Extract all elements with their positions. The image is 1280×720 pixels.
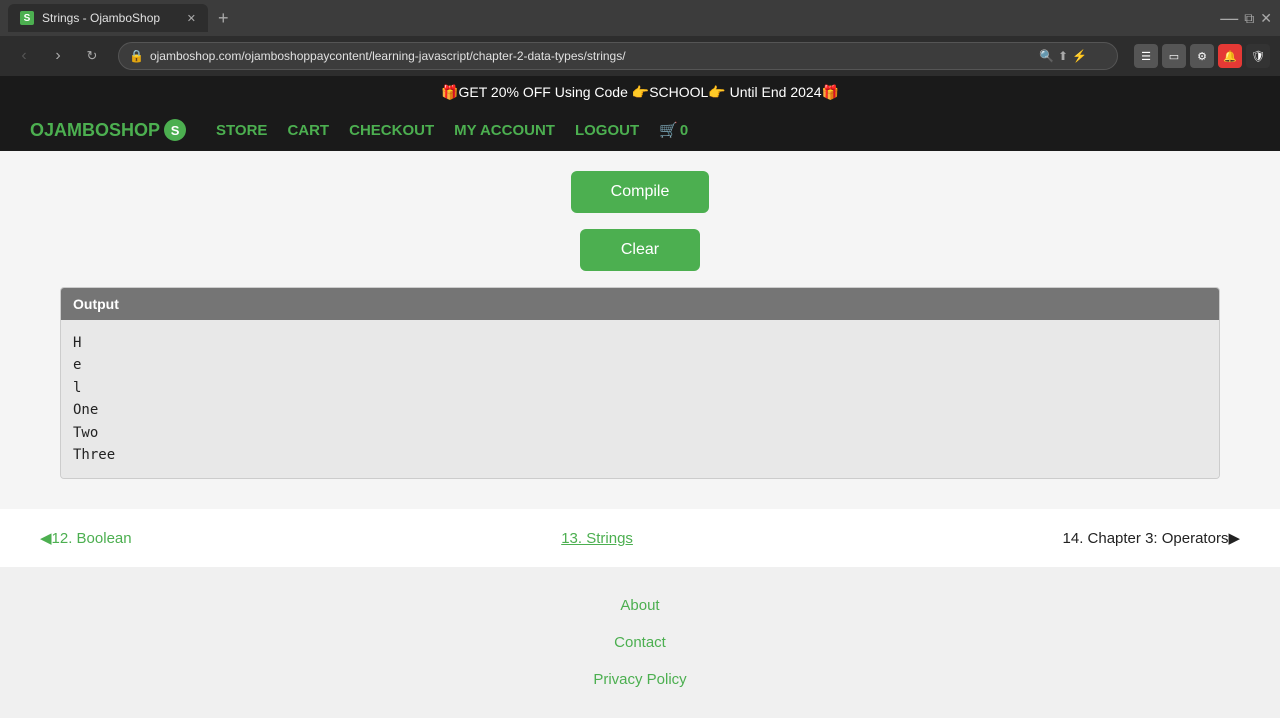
- browser-action-icons: ☰ ▭ ⚙ 🔔 🛡: [1134, 44, 1270, 68]
- address-bar-icons: 🔍 ⬆ ⚡: [1039, 49, 1087, 63]
- bottom-navigation: ◀12. Boolean 13. Strings 14. Chapter 3: …: [0, 509, 1280, 567]
- next-chapter-link[interactable]: 14. Chapter 3: Operators▶: [1063, 529, 1240, 547]
- secure-icon: 🔒: [129, 49, 144, 63]
- promo-text: 🎁GET 20% OFF Using Code 👉SCHOOL👉 Until E…: [441, 84, 839, 100]
- output-line: Three: [73, 444, 1207, 466]
- cart-icon[interactable]: 🛒 0: [659, 121, 688, 139]
- bookmarks-button[interactable]: ☰: [1134, 44, 1158, 68]
- output-line: l: [73, 377, 1207, 399]
- output-line: Two: [73, 422, 1207, 444]
- browser-window: S Strings - OjamboShop ✕ + — ⧉ ✕ ‹ › ↻ 🔒…: [0, 0, 1280, 76]
- cart-link[interactable]: CART: [287, 122, 329, 139]
- new-tab-button[interactable]: +: [212, 8, 235, 29]
- nav-bar: OJAMBOSHOP S STORE CART CHECKOUT MY ACCO…: [0, 109, 1280, 151]
- restore-button[interactable]: ⧉: [1244, 10, 1254, 27]
- prev-chapter-link[interactable]: ◀12. Boolean: [40, 529, 132, 547]
- cart-count: 0: [680, 122, 688, 139]
- logo-link[interactable]: OJAMBOSHOP S: [30, 119, 186, 141]
- cart-icon-symbol: 🛒: [659, 121, 678, 139]
- contact-link[interactable]: Contact: [614, 634, 666, 651]
- tab-bar: S Strings - OjamboShop ✕ + — ⧉ ✕: [0, 0, 1280, 36]
- extensions-button[interactable]: ⚙: [1190, 44, 1214, 68]
- current-chapter-link[interactable]: 13. Strings: [561, 530, 633, 547]
- screen-cast-button[interactable]: ▭: [1162, 44, 1186, 68]
- privacy-policy-link[interactable]: Privacy Policy: [593, 671, 686, 688]
- back-button[interactable]: ‹: [10, 42, 38, 70]
- tab-close-button[interactable]: ✕: [187, 12, 196, 25]
- logout-link[interactable]: LOGOUT: [575, 122, 639, 139]
- store-link[interactable]: STORE: [216, 122, 267, 139]
- output-body: HelOneTwoThree: [61, 320, 1219, 478]
- address-bar[interactable]: 🔒 ojamboshop.com/ojamboshoppaycontent/le…: [118, 42, 1118, 70]
- logo-text: OJAMBOSHOP: [30, 120, 160, 141]
- notification-icon[interactable]: 🔔: [1218, 44, 1242, 68]
- browser-controls: ‹ › ↻ 🔒 ojamboshop.com/ojamboshoppaycont…: [0, 36, 1280, 76]
- output-line: H: [73, 332, 1207, 354]
- refresh-button[interactable]: ↻: [78, 42, 106, 70]
- tab-favicon: S: [20, 11, 34, 25]
- url-text: ojamboshop.com/ojamboshoppaycontent/lear…: [150, 49, 1039, 63]
- share-icon: ⬆: [1058, 49, 1068, 63]
- my-account-link[interactable]: MY ACCOUNT: [454, 122, 555, 139]
- logo-s-icon: S: [164, 119, 186, 141]
- nav-links: STORE CART CHECKOUT MY ACCOUNT LOGOUT 🛒 …: [216, 121, 688, 139]
- close-button[interactable]: ✕: [1260, 10, 1272, 27]
- output-line: One: [73, 399, 1207, 421]
- minimize-button[interactable]: —: [1220, 8, 1238, 29]
- clear-button[interactable]: Clear: [580, 229, 700, 271]
- output-section: Output HelOneTwoThree: [60, 287, 1220, 479]
- shield-extension-icon[interactable]: 🛡: [1246, 44, 1270, 68]
- main-content: Compile Clear Output HelOneTwoThree: [0, 151, 1280, 509]
- checkout-link[interactable]: CHECKOUT: [349, 122, 434, 139]
- search-address-icon: 🔍: [1039, 49, 1054, 63]
- active-tab[interactable]: S Strings - OjamboShop ✕: [8, 4, 208, 32]
- output-line: e: [73, 354, 1207, 376]
- about-link[interactable]: About: [620, 597, 659, 614]
- forward-button[interactable]: ›: [44, 42, 72, 70]
- promo-bar: 🎁GET 20% OFF Using Code 👉SCHOOL👉 Until E…: [0, 76, 1280, 109]
- footer: About Contact Privacy Policy: [0, 567, 1280, 718]
- output-header: Output: [61, 288, 1219, 320]
- tab-title: Strings - OjamboShop: [42, 11, 160, 25]
- website: 🎁GET 20% OFF Using Code 👉SCHOOL👉 Until E…: [0, 76, 1280, 718]
- compile-button[interactable]: Compile: [571, 171, 710, 213]
- rss-icon: ⚡: [1072, 49, 1087, 63]
